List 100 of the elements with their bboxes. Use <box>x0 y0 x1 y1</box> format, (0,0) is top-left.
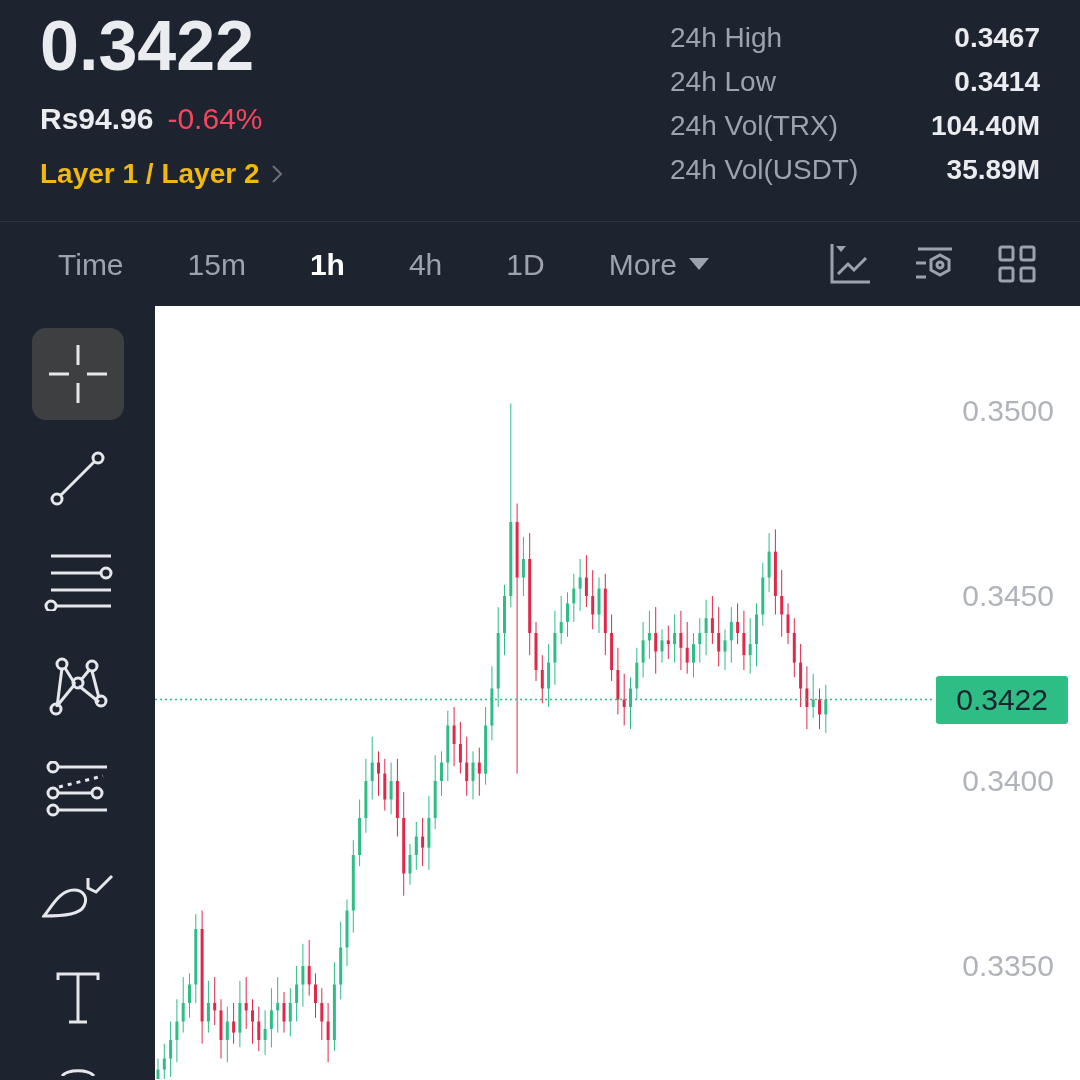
candle <box>206 980 210 1034</box>
candle <box>521 536 525 597</box>
stat-value: 35.89M <box>946 153 1040 187</box>
candle <box>559 595 563 645</box>
candle <box>314 972 317 1019</box>
candle <box>465 736 469 797</box>
line-chart-icon[interactable] <box>830 244 870 284</box>
stat-label: 24h Low <box>670 65 776 99</box>
interval-tab[interactable]: More <box>608 241 710 287</box>
candle <box>591 569 595 630</box>
candle <box>452 706 456 767</box>
candle <box>414 821 418 871</box>
candle <box>811 673 815 719</box>
candle <box>647 610 651 660</box>
stat-value: 0.3414 <box>954 65 1040 99</box>
candle <box>736 602 740 645</box>
candle <box>717 606 721 667</box>
candle <box>503 584 506 656</box>
candle <box>263 1009 267 1056</box>
candle <box>213 976 217 1026</box>
chevron-right-icon <box>271 164 284 184</box>
stat-label: 24h Vol(TRX) <box>670 109 839 143</box>
stat-value: 104.40M <box>931 109 1040 143</box>
candle <box>799 643 803 708</box>
candle <box>704 599 708 656</box>
candle <box>660 628 664 664</box>
price-change: -0.64% <box>167 101 263 137</box>
candle <box>307 939 311 997</box>
text-tool-icon <box>54 972 101 1024</box>
candle <box>641 621 645 678</box>
candle <box>358 799 362 867</box>
candle <box>597 577 601 634</box>
candle <box>471 750 475 800</box>
last-price-tag: 0.3422 <box>936 675 1068 724</box>
grid-layout-icon[interactable] <box>998 245 1036 283</box>
candle <box>244 976 248 1030</box>
price-axis-label: 0.3450 <box>962 578 1054 614</box>
candle <box>692 632 695 678</box>
candle <box>755 602 758 667</box>
candle <box>666 625 670 660</box>
candle <box>440 750 443 797</box>
stat-label: 24h High <box>670 21 783 55</box>
candle <box>698 617 702 664</box>
candle <box>326 1002 330 1063</box>
candle <box>723 628 727 671</box>
candle <box>276 976 280 1034</box>
candle <box>269 987 273 1048</box>
candle <box>188 972 191 1019</box>
candle <box>654 606 658 675</box>
drawing-tool-button[interactable] <box>31 328 124 420</box>
candle <box>547 643 551 708</box>
candle <box>818 688 821 730</box>
candle <box>635 647 639 701</box>
candle <box>282 991 286 1034</box>
fiat-price: Rs94.96 <box>40 101 154 137</box>
candle <box>534 621 538 682</box>
candle <box>257 1006 261 1052</box>
candle <box>477 747 481 797</box>
candle <box>301 943 305 1008</box>
stat-label: 24h Vol(USDT) <box>670 153 859 187</box>
indicator-settings-icon[interactable] <box>914 247 954 281</box>
category-link[interactable]: Layer 1 / Layer 2 <box>40 153 260 195</box>
candle <box>792 617 796 678</box>
candle <box>370 736 374 800</box>
candle <box>572 573 576 623</box>
candle <box>584 554 588 608</box>
candle <box>578 558 582 612</box>
candle <box>238 980 242 1048</box>
candle <box>786 602 790 645</box>
candle <box>181 976 185 1034</box>
candle <box>175 998 179 1063</box>
candle <box>685 621 689 675</box>
candle <box>295 965 299 1022</box>
price-axis-label: 0.3500 <box>962 393 1054 429</box>
price-axis-label: 0.3350 <box>962 948 1054 984</box>
candle <box>320 987 324 1041</box>
candle <box>679 610 683 671</box>
candle <box>156 1058 160 1079</box>
candle <box>251 998 254 1045</box>
candle <box>748 617 752 675</box>
stat-value: 0.3467 <box>954 21 1040 55</box>
candle <box>540 654 544 704</box>
candle <box>232 1002 236 1045</box>
interval-tab[interactable]: 15m <box>187 241 246 287</box>
candle <box>421 817 425 867</box>
interval-tab[interactable]: Time <box>58 241 124 287</box>
candle <box>729 606 733 664</box>
candle <box>767 532 771 593</box>
horizontal-lines-icon <box>42 553 113 611</box>
candle <box>710 595 714 645</box>
candle <box>824 684 828 734</box>
candle <box>458 721 462 775</box>
candle <box>629 676 632 730</box>
interval-tab[interactable]: 1h <box>309 241 345 287</box>
candle <box>408 843 412 886</box>
candle <box>780 569 784 638</box>
interval-tab[interactable]: 1D <box>506 241 545 287</box>
price-axis-label: 0.3400 <box>962 763 1054 799</box>
candle <box>610 614 614 682</box>
interval-tab[interactable]: 4h <box>408 241 443 287</box>
